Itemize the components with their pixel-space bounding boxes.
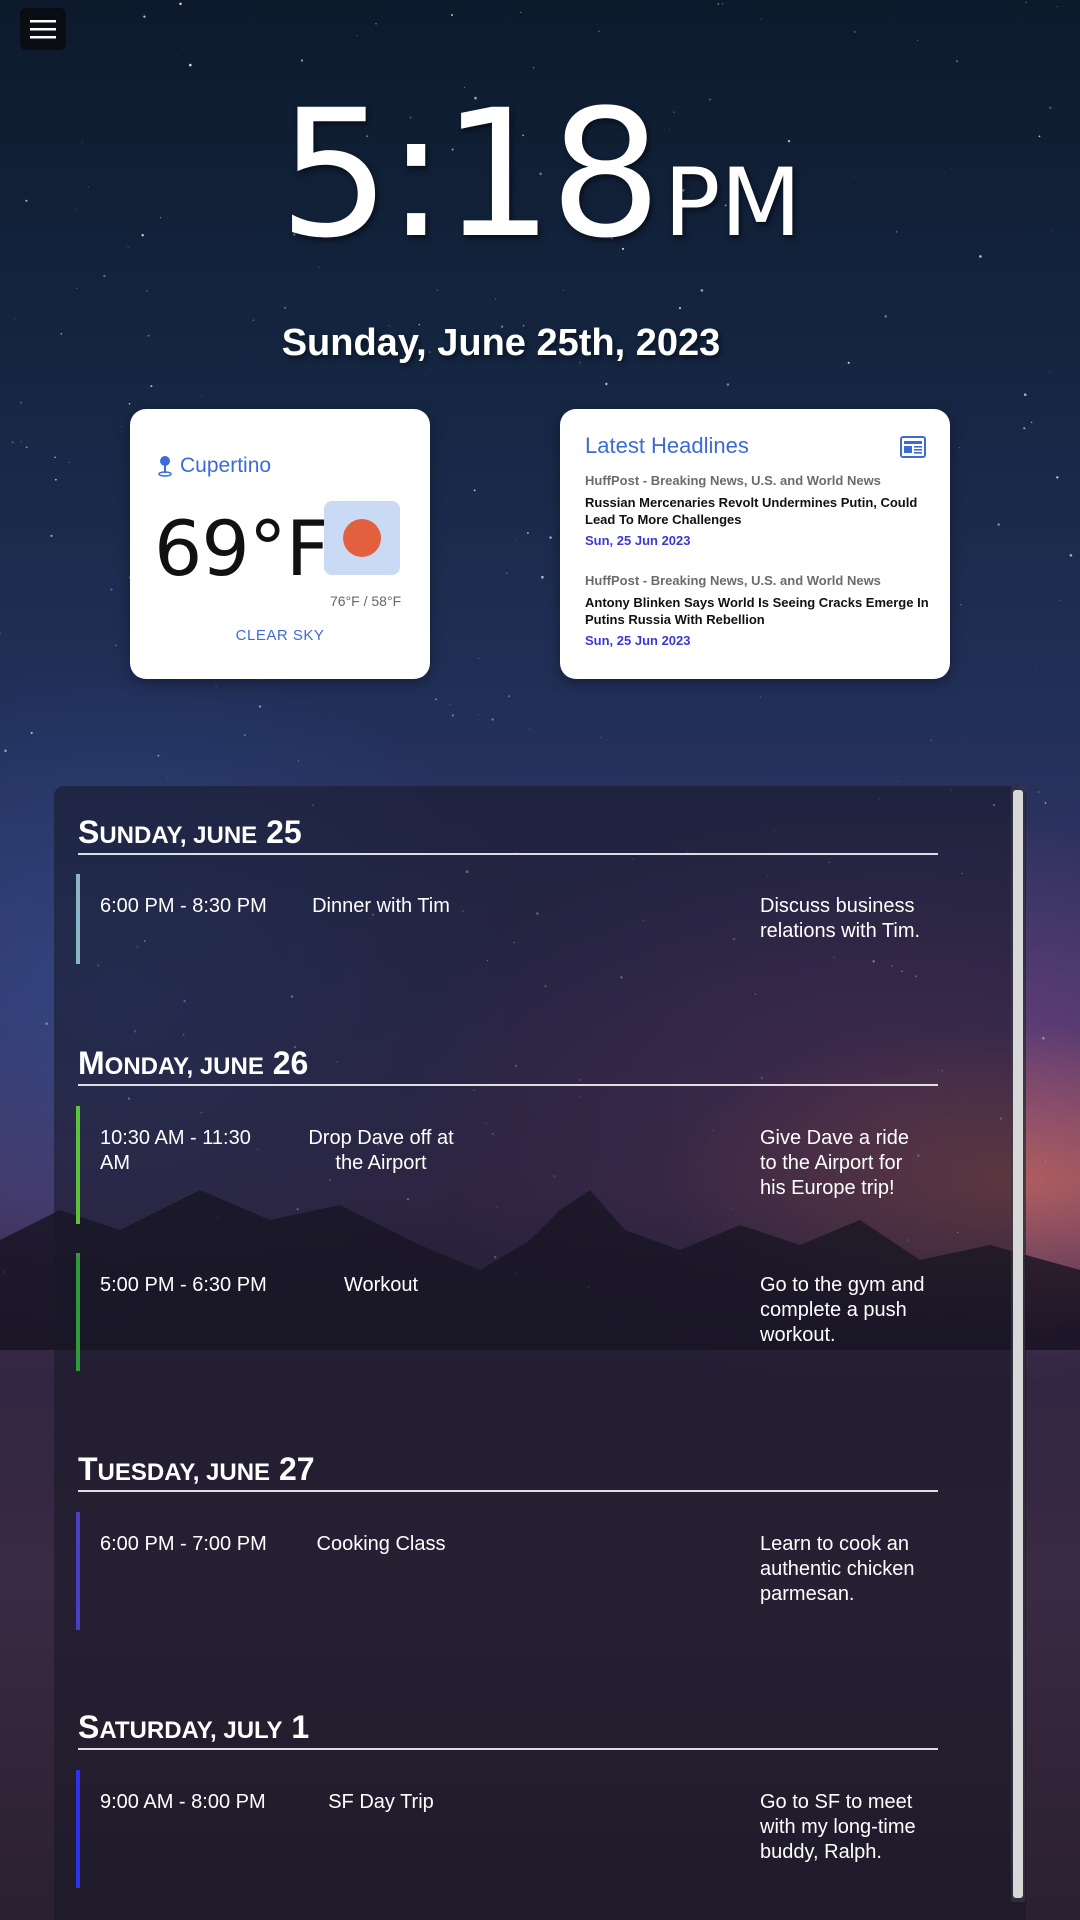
event-name: Workout — [343, 1274, 419, 1296]
day-comma: , — [179, 822, 194, 849]
event-color-bar — [76, 1253, 80, 1371]
event-item[interactable]: 10:30 AM - 11:30 AM Drop Dave off at the… — [76, 1106, 936, 1224]
event-item[interactable]: 6:00 PM - 8:30 PM Dinner with Tim Discus… — [76, 874, 936, 964]
day-month: June — [193, 822, 258, 849]
sun-icon — [343, 519, 381, 557]
event-item[interactable]: 9:00 AM - 8:00 PM SF Day Trip Go to SF t… — [76, 1770, 936, 1888]
day-number: 26 — [272, 1045, 309, 1081]
event-description: Go to the gym and complete a push workou… — [760, 1274, 925, 1346]
clock-time: 5:18 — [278, 72, 661, 277]
scrollbar-thumb[interactable] — [1013, 790, 1023, 1898]
weather-temperature: 69°F — [154, 504, 329, 593]
day-comma: , — [192, 1459, 207, 1486]
day-number: 27 — [278, 1451, 315, 1487]
event-item[interactable]: 6:00 PM - 7:00 PM Cooking Class Learn to… — [76, 1512, 936, 1630]
news-title: Latest Headlines — [585, 433, 749, 458]
event-color-bar — [76, 1770, 80, 1888]
location-pin-icon — [158, 456, 172, 477]
event-description: Go to SF to meet with my long-time buddy… — [760, 1791, 916, 1863]
event-time: 10:30 AM - 11:30 AM — [100, 1127, 251, 1174]
news-item[interactable]: HuffPost - Breaking News, U.S. and World… — [585, 573, 930, 648]
event-time: 6:00 PM - 8:30 PM — [100, 895, 267, 917]
event-item[interactable]: 5:00 PM - 6:30 PM Workout Go to the gym … — [76, 1253, 936, 1371]
event-color-bar — [76, 1512, 80, 1630]
event-color-bar — [76, 1106, 80, 1224]
weather-location-label: Cupertino — [180, 454, 272, 477]
day-weekday-initial: Monday — [78, 1045, 187, 1081]
weather-icon-box — [324, 501, 400, 575]
event-description: Give Dave a ride to the Airport for his … — [760, 1127, 909, 1199]
event-color-bar — [76, 874, 80, 964]
news-item[interactable]: HuffPost - Breaking News, U.S. and World… — [585, 473, 930, 548]
news-headline[interactable]: Russian Mercenaries Revolt Undermines Pu… — [585, 494, 930, 528]
day-number-spacer — [264, 1045, 273, 1081]
day-month: June — [199, 1053, 264, 1080]
day-heading: Saturday, July 1 — [78, 1709, 938, 1750]
news-headline[interactable]: Antony Blinken Says World Is Seeing Crac… — [585, 594, 930, 628]
clock-ampm: PM — [663, 149, 802, 258]
event-name: Cooking Class — [316, 1533, 446, 1555]
agenda-panel[interactable]: Sunday, June 25 6:00 PM - 8:30 PM Dinner… — [54, 786, 1026, 1920]
day-month: June — [206, 1459, 271, 1486]
day-weekday-initial: Sunday — [78, 814, 180, 850]
event-name: Drop Dave off at the Airport — [308, 1127, 454, 1174]
day-heading: Sunday, June 25 — [78, 814, 938, 855]
agenda-scrollbar[interactable] — [1011, 786, 1025, 1902]
weather-hi-lo: 76°F / 58°F — [330, 593, 402, 609]
event-description: Discuss business relations with Tim. — [760, 895, 921, 942]
weather-location: Cupertino — [158, 454, 271, 478]
day-month: July — [223, 1717, 283, 1744]
day-comma: , — [210, 1717, 224, 1744]
news-date: Sun, 25 Jun 2023 — [585, 533, 691, 548]
day-number: 25 — [266, 814, 302, 850]
day-weekday-initial: Saturday — [78, 1709, 211, 1745]
event-description: Learn to cook an authentic chicken parme… — [760, 1533, 915, 1605]
weather-condition: CLEAR SKY — [235, 627, 325, 644]
event-time: 5:00 PM - 6:30 PM — [100, 1274, 267, 1296]
news-date: Sun, 25 Jun 2023 — [585, 633, 691, 648]
weather-card[interactable]: Cupertino 69°F 76°F / 58°F CLEAR SKY — [130, 409, 430, 679]
hamburger-menu-button[interactable] — [20, 8, 66, 50]
news-source: HuffPost - Breaking News, U.S. and World… — [585, 473, 881, 488]
day-heading: Tuesday, June 27 — [78, 1451, 938, 1492]
news-card[interactable]: Latest Headlines HuffPost - Breaking New… — [560, 409, 950, 679]
day-number-spacer — [270, 1451, 279, 1487]
newspaper-icon — [900, 436, 926, 458]
clock: 5:18PM — [0, 72, 1080, 277]
day-comma: , — [186, 1053, 200, 1080]
event-time: 6:00 PM - 7:00 PM — [100, 1533, 267, 1555]
event-time: 9:00 AM - 8:00 PM — [100, 1791, 266, 1813]
day-number: 1 — [291, 1709, 310, 1745]
event-name: Dinner with Tim — [312, 895, 450, 917]
day-weekday-initial: Tuesday — [78, 1451, 193, 1487]
current-date: Sunday, June 25th, 2023 — [281, 322, 721, 364]
day-number-spacer — [257, 814, 266, 850]
event-name: SF Day Trip — [328, 1791, 434, 1813]
hamburger-icon — [30, 20, 56, 39]
day-heading: Monday, June 26 — [78, 1045, 938, 1086]
news-source: HuffPost - Breaking News, U.S. and World… — [585, 573, 881, 588]
